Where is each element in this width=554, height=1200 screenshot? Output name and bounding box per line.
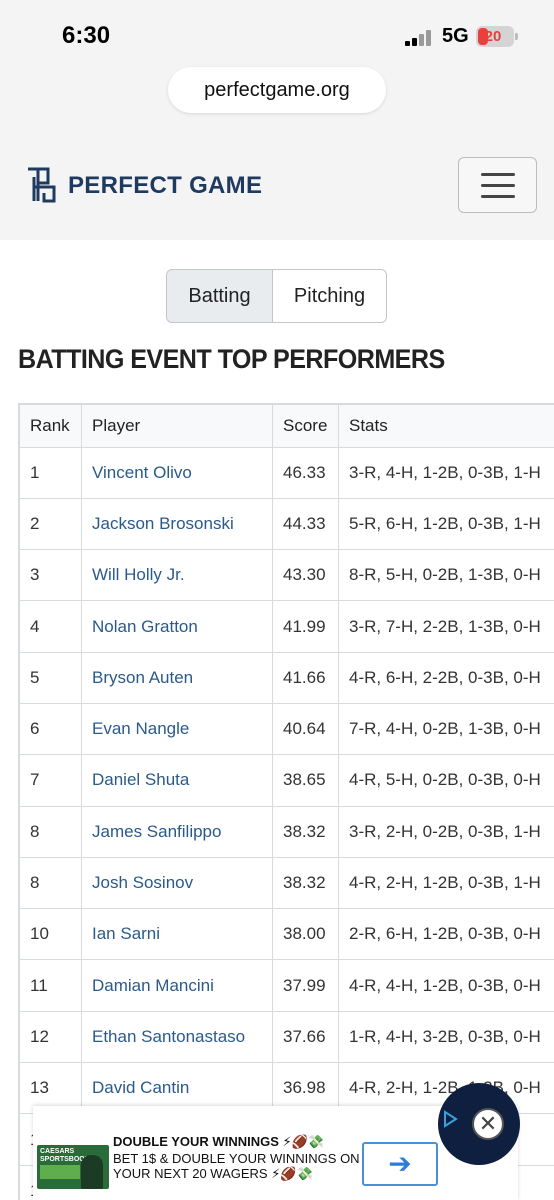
rank-cell: 8 [19, 856, 82, 910]
stats-type-toggle: Batting Pitching [166, 269, 387, 323]
page-title: BATTING EVENT TOP PERFORMERS [18, 344, 445, 374]
ad-brand-image: CAESARS SPORTSBOOK [37, 1145, 109, 1189]
player-cell[interactable]: Will Holly Jr. [81, 549, 273, 602]
score-cell: 40.64 [272, 702, 339, 756]
status-time: 6:30 [62, 22, 111, 49]
rank-cell: 11 [19, 959, 82, 1012]
battery-icon: 20 [476, 26, 518, 47]
tab-batting[interactable]: Batting [166, 269, 273, 323]
player-cell[interactable]: Josh Sosinov [81, 856, 273, 910]
player-cell[interactable]: Jackson Brosonski [81, 497, 273, 551]
player-cell[interactable]: Nolan Gratton [81, 600, 273, 653]
battery-level: 20 [484, 28, 502, 45]
rank-cell: 8 [19, 805, 82, 858]
score-cell: 44.33 [272, 497, 339, 551]
player-cell[interactable]: James Sanfilippo [81, 805, 273, 858]
table-row: 5 Bryson Auten 41.66 4-R, 6-H, 2-2B, 0-3B, … [19, 651, 554, 704]
rank-cell: 1 [19, 446, 82, 499]
table-row: 10 Ian Sarni 38.00 2-R, 6-H, 1-2B, 0-3B, 0-… [19, 908, 554, 961]
stats-cell: 2-R, 6-H, 1-2B, 0-3B, 0-H [338, 908, 554, 961]
rank-cell: 12 [19, 1010, 82, 1064]
rank-cell: 4 [19, 600, 82, 653]
score-cell: 37.99 [272, 959, 339, 1012]
signal-icon [405, 30, 435, 46]
stats-cell: 7-R, 4-H, 0-2B, 1-3B, 0-H [338, 702, 554, 756]
table-row: 3 Will Holly Jr. 43.30 8-R, 5-H, 0-2B, 1-3B… [19, 549, 554, 602]
table-row: 7 Daniel Shuta 38.65 4-R, 5-H, 0-2B, 0-3B, … [19, 754, 554, 807]
rank-cell: 10 [19, 908, 82, 961]
score-cell: 38.00 [272, 908, 339, 961]
player-cell[interactable]: Bryson Auten [81, 651, 273, 704]
player-cell[interactable]: Damian Mancini [81, 959, 273, 1012]
network-label: 5G [442, 25, 469, 47]
stats-cell: 3-R, 7-H, 2-2B, 1-3B, 0-H [338, 600, 554, 653]
score-cell: 37.66 [272, 1010, 339, 1064]
hamburger-menu-button[interactable] [458, 157, 537, 213]
score-cell: 38.32 [272, 856, 339, 910]
score-cell: 46.33 [272, 446, 339, 499]
rank-cell: 6 [19, 702, 82, 756]
player-cell[interactable]: Ian Sarni [81, 908, 273, 961]
table-row: 4 Nolan Gratton 41.99 3-R, 7-H, 2-2B, 1-3B,… [19, 600, 554, 653]
table-row: 8 James Sanfilippo 38.32 3-R, 2-H, 0-2B, 0-… [19, 805, 554, 858]
top-performers-table: Rank Player Score Stats 1 Vincent Olivo 46… [19, 403, 554, 1200]
column-header-stats: Stats [338, 403, 554, 448]
column-header-rank: Rank [19, 403, 82, 448]
score-cell: 41.66 [272, 651, 339, 704]
stats-cell: 1-R, 4-H, 3-2B, 0-3B, 0-H [338, 1010, 554, 1064]
table-row: 2 Jackson Brosonski 44.33 5-R, 6-H, 1-2B, 0… [19, 497, 554, 551]
column-header-score: Score [272, 403, 339, 448]
stats-cell: 4-R, 6-H, 2-2B, 0-3B, 0-H [338, 651, 554, 704]
column-header-player: Player [81, 403, 273, 448]
ad-close-button[interactable]: ✕ [472, 1108, 504, 1140]
stats-cell: 4-R, 2-H, 1-2B, 0-3B, 1-H [338, 856, 554, 910]
rank-cell: 7 [19, 754, 82, 807]
table-row: 6 Evan Nangle 40.64 7-R, 4-H, 0-2B, 1-3B, 0… [19, 702, 554, 756]
table-header-row: Rank Player Score Stats [19, 403, 554, 448]
score-cell: 41.99 [272, 600, 339, 653]
site-header: PERFECT GAME [0, 130, 554, 240]
top-performers-table-container[interactable]: Rank Player Score Stats 1 Vincent Olivo 46… [18, 403, 554, 1200]
player-cell[interactable]: Ethan Santonastaso [81, 1010, 273, 1064]
table-row: 11 Damian Mancini 37.99 4-R, 4-H, 1-2B, 0-3… [19, 959, 554, 1012]
stats-cell: 4-R, 4-H, 1-2B, 0-3B, 0-H [338, 959, 554, 1012]
score-cell: 38.65 [272, 754, 339, 807]
table-row: 12 Ethan Santonastaso 37.66 1-R, 4-H, 3-2B,… [19, 1010, 554, 1064]
browser-chrome: 6:30 5G 20 perfectgame.org [0, 0, 554, 130]
table-row: 8 Josh Sosinov 38.32 4-R, 2-H, 1-2B, 0-3B, … [19, 856, 554, 910]
stats-cell: 4-R, 5-H, 0-2B, 0-3B, 0-H [338, 754, 554, 807]
rank-cell: 5 [19, 651, 82, 704]
ad-headline[interactable]: DOUBLE YOUR WINNINGS ⚡🏈💸 [113, 1134, 324, 1150]
ad-arrow-button[interactable]: ➔ [362, 1142, 438, 1186]
ad-body-text[interactable]: BET 1$ & DOUBLE YOUR WINNINGS ON YOUR NE… [113, 1151, 363, 1181]
player-cell[interactable]: Evan Nangle [81, 702, 273, 756]
perfect-game-logo-icon[interactable] [26, 167, 56, 203]
site-logo-text[interactable]: PERFECT GAME [68, 172, 262, 200]
stats-cell: 8-R, 5-H, 0-2B, 1-3B, 0-H [338, 549, 554, 602]
score-cell: 43.30 [272, 549, 339, 602]
rank-cell: 2 [19, 497, 82, 551]
stats-cell: 5-R, 6-H, 1-2B, 0-3B, 1-H [338, 497, 554, 551]
player-cell[interactable]: Vincent Olivo [81, 446, 273, 499]
stats-cell: 3-R, 4-H, 1-2B, 0-3B, 1-H [338, 446, 554, 499]
url-bar[interactable]: perfectgame.org [168, 67, 386, 113]
table-row: 1 Vincent Olivo 46.33 3-R, 4-H, 1-2B, 0-3B,… [19, 446, 554, 499]
ad-choices-icon[interactable] [441, 1110, 459, 1128]
tab-pitching[interactable]: Pitching [273, 269, 387, 323]
score-cell: 38.32 [272, 805, 339, 858]
rank-cell: 3 [19, 549, 82, 602]
player-cell[interactable]: Daniel Shuta [81, 754, 273, 807]
stats-cell: 3-R, 2-H, 0-2B, 0-3B, 1-H [338, 805, 554, 858]
